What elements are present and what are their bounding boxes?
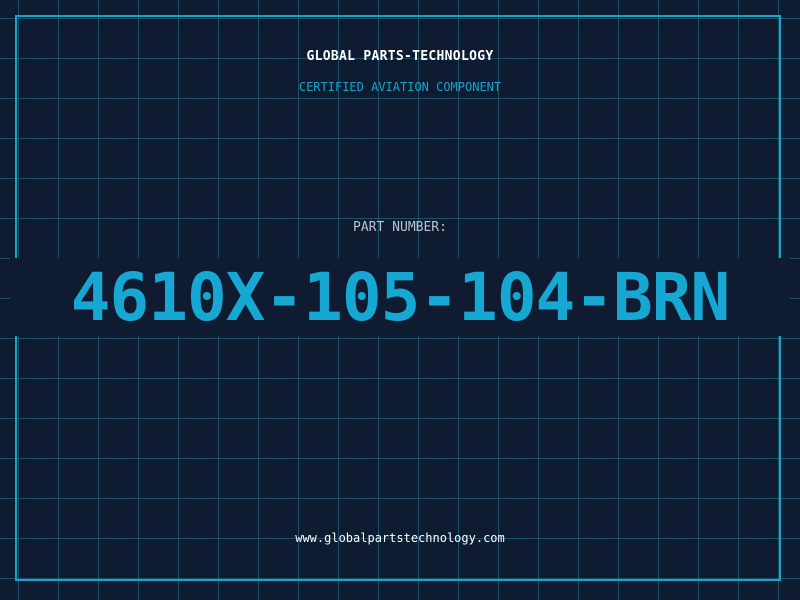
product-label-card: GLOBAL PARTS-TECHNOLOGY CERTIFIED AVIATI… — [0, 0, 800, 600]
part-number-label: PART NUMBER: — [353, 220, 447, 235]
part-number-value: 4610X-105-104-BRN — [70, 259, 731, 336]
certification-subtitle: CERTIFIED AVIATION COMPONENT — [298, 80, 502, 94]
website-url: www.globalpartstechnology.com — [295, 531, 505, 545]
company-name: GLOBAL PARTS-TECHNOLOGY — [306, 49, 494, 64]
